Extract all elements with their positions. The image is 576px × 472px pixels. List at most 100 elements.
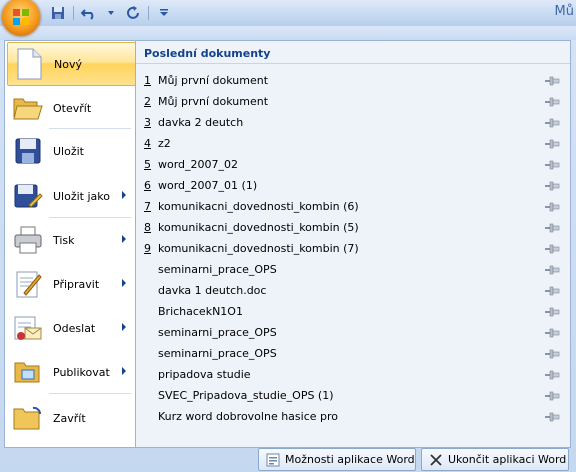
submenu-arrow-icon	[122, 367, 126, 375]
recent-document-name: komunikacni_dovednosti_kombin (7)	[158, 242, 359, 255]
window-title: Mů	[554, 4, 574, 19]
undo-icon[interactable]	[79, 4, 99, 22]
menu-item-uložit[interactable]: Uložit	[7, 130, 134, 172]
recent-document-item[interactable]: 9 komunikacni_dovednosti_kombin (7)	[136, 238, 570, 259]
recent-document-number: 3	[144, 116, 151, 129]
recent-document-name: Můj první dokument	[158, 95, 269, 108]
word-options-button[interactable]: Možnosti aplikace Word	[258, 448, 416, 471]
menu-item-uložit-jako[interactable]: Uložit jako	[7, 175, 134, 217]
pin-icon[interactable]	[544, 159, 560, 171]
menu-item-tisk[interactable]: Tisk	[7, 219, 134, 261]
office-logo-icon	[13, 9, 29, 25]
recent-document-name: komunikacni_dovednosti_kombin (5)	[158, 221, 359, 234]
undo-dropdown-icon[interactable]	[101, 4, 121, 22]
qat-separator-2	[148, 6, 149, 20]
recent-document-number: 5	[144, 158, 151, 171]
pin-icon[interactable]	[544, 390, 560, 402]
recent-document-name: BrichacekN1O1	[158, 305, 243, 318]
recent-document-item[interactable]: seminarni_prace_OPS	[136, 322, 570, 343]
menu-item-label: Uložit	[53, 144, 84, 158]
recent-document-number: 8	[144, 221, 151, 234]
send-icon	[11, 311, 45, 345]
exit-word-button[interactable]: Ukončit aplikaci Word	[421, 448, 569, 471]
recent-document-item[interactable]: 5 word_2007_02	[136, 154, 570, 175]
pin-icon[interactable]	[544, 75, 560, 87]
pin-icon[interactable]	[544, 180, 560, 192]
customize-icon[interactable]	[154, 4, 174, 22]
pin-icon[interactable]	[544, 96, 560, 108]
recent-document-number: 7	[144, 200, 151, 213]
menu-item-label: Publikovat	[53, 365, 110, 379]
recent-document-name: Kurz word dobrovolne hasice pro	[158, 410, 339, 423]
recent-document-number: 9	[144, 242, 151, 255]
menu-top-strip	[0, 26, 576, 40]
recent-document-name: davka 1 deutch.doc	[158, 284, 267, 297]
recent-document-item[interactable]: pripadova studie	[136, 364, 570, 385]
recent-document-item[interactable]: SVEC_Pripadova_studie_OPS (1)	[136, 385, 570, 406]
menu-item-label: Nový	[54, 57, 82, 71]
recent-document-item[interactable]: 6 word_2007_01 (1)	[136, 175, 570, 196]
recent-documents-title: Poslední dokumenty	[144, 47, 271, 60]
recent-document-number: 1	[144, 74, 151, 87]
pin-icon[interactable]	[544, 285, 560, 297]
redo-icon[interactable]	[123, 4, 143, 22]
pin-icon[interactable]	[544, 327, 560, 339]
recent-document-name: word_2007_02	[158, 158, 239, 171]
pin-icon[interactable]	[544, 369, 560, 381]
qat-separator	[73, 6, 74, 20]
pin-icon[interactable]	[544, 348, 560, 360]
recent-documents-header: Poslední dokumenty	[136, 41, 570, 64]
recent-document-item[interactable]: seminarni_prace_OPS	[136, 343, 570, 364]
recent-document-item[interactable]: Kurz word dobrovolne hasice pro	[136, 406, 570, 427]
menu-item-label: Připravit	[53, 277, 100, 291]
recent-document-name: word_2007_01 (1)	[158, 179, 258, 192]
submenu-arrow-icon	[122, 323, 126, 331]
menu-item-odeslat[interactable]: Odeslat	[7, 307, 134, 349]
save-disk-icon	[11, 134, 45, 168]
pin-icon[interactable]	[544, 138, 560, 150]
recent-document-name: SVEC_Pripadova_studie_OPS (1)	[158, 389, 334, 402]
pin-icon[interactable]	[544, 201, 560, 213]
exit-word-label: Ukončit aplikaci Word	[448, 453, 567, 466]
recent-document-item[interactable]: davka 1 deutch.doc	[136, 280, 570, 301]
submenu-arrow-icon	[122, 191, 126, 199]
pin-icon[interactable]	[544, 264, 560, 276]
pin-icon[interactable]	[544, 222, 560, 234]
recent-document-item[interactable]: 3 davka 2 deutch	[136, 112, 570, 133]
menu-item-zavřít[interactable]: Zavřít	[7, 397, 134, 439]
menu-item-label: Zavřít	[53, 411, 86, 425]
office-menu: Nový Otevřít Uložit Uložit jako Tisk Připravi…	[0, 26, 576, 472]
open-folder-icon	[11, 91, 45, 125]
pin-icon[interactable]	[544, 306, 560, 318]
pin-icon[interactable]	[544, 411, 560, 423]
pin-icon[interactable]	[544, 243, 560, 255]
menu-item-otevřít[interactable]: Otevřít	[7, 87, 134, 129]
recent-document-name: z2	[158, 137, 171, 150]
menu-item-label: Tisk	[53, 233, 75, 247]
menu-item-publikovat[interactable]: Publikovat	[7, 351, 134, 393]
recent-document-item[interactable]: BrichacekN1O1	[136, 301, 570, 322]
publish-icon	[11, 355, 45, 389]
recent-document-item[interactable]: seminarni_prace_OPS	[136, 259, 570, 280]
submenu-arrow-icon	[122, 235, 126, 243]
recent-document-item[interactable]: 4 z2	[136, 133, 570, 154]
menu-item-nový[interactable]: Nový	[7, 42, 136, 86]
pin-icon[interactable]	[544, 117, 560, 129]
recent-document-item[interactable]: 2 Můj první dokument	[136, 91, 570, 112]
printer-icon	[11, 223, 45, 257]
recent-document-name: seminarni_prace_OPS	[158, 263, 277, 276]
options-icon	[265, 452, 281, 468]
menu-separator	[49, 128, 131, 129]
recent-document-number: 2	[144, 95, 151, 108]
prepare-icon	[11, 267, 45, 301]
recent-document-item[interactable]: 8 komunikacni_dovednosti_kombin (5)	[136, 217, 570, 238]
menu-item-label: Uložit jako	[53, 189, 110, 203]
recent-document-name: pripadova studie	[158, 368, 251, 381]
menu-separator	[49, 393, 131, 394]
menu-item-připravit[interactable]: Připravit	[7, 263, 134, 305]
save-icon[interactable]	[48, 4, 68, 22]
recent-document-item[interactable]: 7 komunikacni_dovednosti_kombin (6)	[136, 196, 570, 217]
recent-document-item[interactable]: 1 Můj první dokument	[136, 70, 570, 91]
word-options-label: Možnosti aplikace Word	[285, 453, 415, 466]
menu-item-label: Otevřít	[53, 101, 92, 115]
